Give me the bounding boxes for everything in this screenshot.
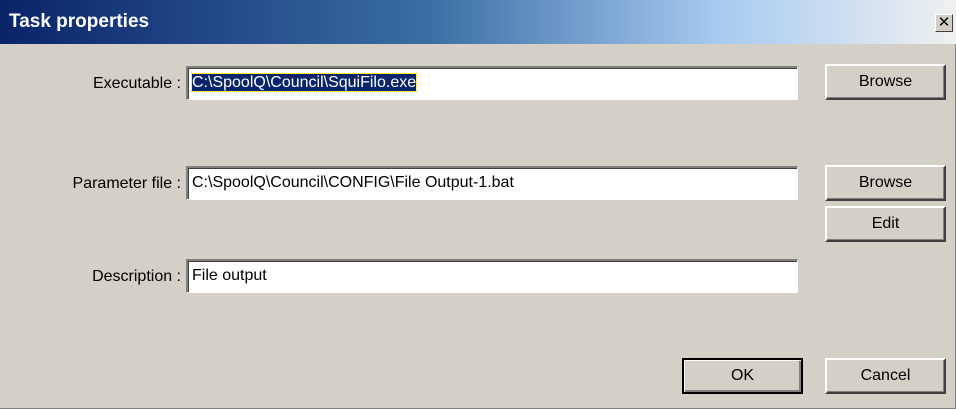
browse-executable-button[interactable]: Browse xyxy=(825,64,946,100)
task-properties-dialog: Task properties ✕ Executable : C:\SpoolQ… xyxy=(0,0,956,409)
title-bar[interactable]: Task properties ✕ xyxy=(0,0,956,44)
parameter-file-value: C:\SpoolQ\Council\CONFIG\File Output-1.b… xyxy=(192,174,514,191)
description-value: File output xyxy=(192,267,267,284)
executable-value: C:\SpoolQ\Council\SquiFilo.exe xyxy=(190,73,418,92)
close-icon[interactable]: ✕ xyxy=(935,14,953,32)
parameter-file-input[interactable]: C:\SpoolQ\Council\CONFIG\File Output-1.b… xyxy=(186,166,798,200)
cancel-button[interactable]: Cancel xyxy=(825,358,946,394)
parameter-file-label: Parameter file : xyxy=(72,175,181,192)
browse-parameter-button[interactable]: Browse xyxy=(825,165,946,201)
executable-input[interactable]: C:\SpoolQ\Council\SquiFilo.exe xyxy=(186,66,798,100)
description-input[interactable]: File output xyxy=(186,259,798,293)
edit-button[interactable]: Edit xyxy=(825,206,946,242)
close-glyph: ✕ xyxy=(937,14,951,31)
window-title: Task properties xyxy=(9,11,150,32)
ok-button[interactable]: OK xyxy=(682,358,803,394)
executable-label: Executable : xyxy=(92,75,181,92)
description-label: Description : xyxy=(92,268,181,285)
